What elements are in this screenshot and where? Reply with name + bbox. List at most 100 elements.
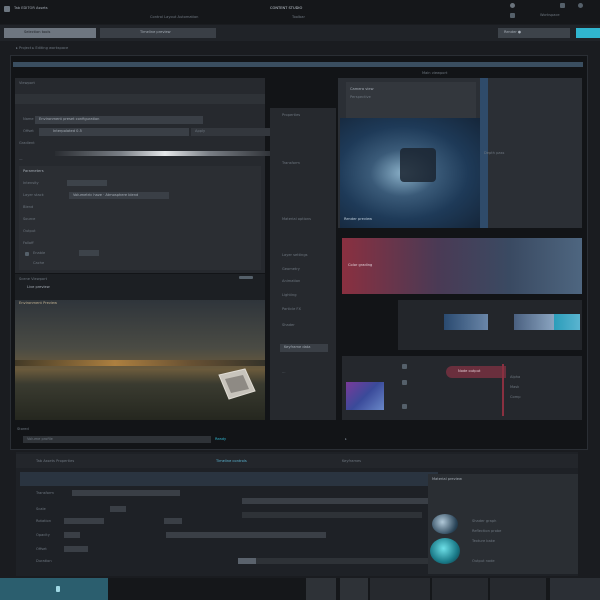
bottom-tab-bar: Tab Assets Properties Timeline controls … — [16, 454, 578, 468]
mid-item-9[interactable]: Shader — [282, 323, 295, 328]
status-accent-block[interactable] — [0, 578, 108, 600]
mid-item-4[interactable]: Layer settings — [282, 253, 308, 258]
frame-bottom-row: Stored Volume profile Ready ▸ — [15, 426, 583, 446]
grid-icon[interactable] — [510, 13, 515, 18]
status-button-1[interactable] — [306, 578, 336, 600]
mid-item-6[interactable]: Animation — [282, 279, 300, 284]
bottom-header-rule — [20, 472, 438, 486]
status-button-5[interactable] — [490, 578, 546, 600]
row-chip-3[interactable] — [164, 518, 182, 524]
material-line-2: Reflection probe — [472, 529, 502, 533]
toggle-enable[interactable]: Enable — [33, 251, 45, 256]
preview-panel: Main viewport Camera view Perspective Re… — [338, 71, 582, 228]
timeline-thumb-3[interactable] — [554, 314, 580, 330]
row-label-2: Scale — [36, 507, 46, 511]
nav-item-2[interactable]: Toolbar — [292, 15, 305, 20]
tab-timeline[interactable]: Timeline controls — [216, 459, 247, 464]
left-footer: Scene Viewport Live preview — [15, 274, 265, 300]
preview-info-1: Camera view — [350, 87, 374, 91]
status-icon — [56, 586, 60, 592]
mid-footer: ⋯ — [282, 371, 286, 375]
menu-label[interactable]: Tab EDITOR Assets — [14, 6, 48, 11]
tab-keyframes[interactable]: Keyframes — [342, 459, 361, 464]
name-label: Name — [23, 117, 34, 121]
row-field-2[interactable] — [110, 506, 126, 512]
workspace-label: Workspace — [540, 13, 560, 17]
preview-info: Camera view Perspective — [346, 82, 476, 118]
toolbar: Selection tools Timeline preview Render … — [0, 25, 600, 41]
node-output-pill[interactable]: Node output — [446, 366, 506, 378]
row-field-4[interactable] — [64, 532, 80, 538]
volume-field[interactable]: Volume profile — [23, 436, 211, 443]
material-line-4: Output node — [472, 559, 495, 563]
breadcrumb[interactable]: ▸ Project ▸ Editing workspace — [16, 46, 68, 51]
row-chip-1[interactable] — [164, 490, 180, 496]
node-icon-1[interactable] — [402, 364, 407, 369]
help-icon[interactable] — [578, 3, 583, 8]
settings-icon[interactable] — [560, 3, 565, 8]
mid-panel: Properties Transform Material options La… — [270, 108, 336, 420]
mid-item-1[interactable]: Properties — [282, 113, 300, 118]
keyframe-row[interactable]: Keyframe data — [280, 344, 328, 352]
offset-field[interactable]: Interpolated 0.5 — [39, 128, 189, 136]
preview-viewport[interactable]: Render preview — [340, 118, 480, 228]
toggle-cache[interactable]: Cache — [33, 261, 44, 266]
param-label-4: Source — [23, 217, 36, 221]
material-sphere-1[interactable] — [432, 514, 458, 534]
node-icon-3[interactable] — [402, 404, 407, 409]
row-track-2[interactable] — [242, 512, 422, 518]
timeline-preview-button[interactable]: Timeline preview — [100, 28, 216, 38]
row-field-5[interactable] — [64, 546, 88, 552]
row-field-1[interactable] — [72, 490, 170, 496]
timeline-thumb-1[interactable] — [444, 314, 488, 330]
status-button-3[interactable] — [370, 578, 430, 600]
node-value-1: Alpha — [510, 375, 521, 379]
row-track-1[interactable] — [242, 498, 428, 504]
node-thumbnail[interactable] — [346, 382, 384, 410]
name-field[interactable]: Environment preset configuration — [35, 116, 203, 124]
status-button-6[interactable] — [550, 578, 600, 600]
status-button-2[interactable] — [340, 578, 368, 600]
param-field[interactable]: Volumetric haze · Atmosphere blend — [69, 192, 169, 199]
tab-assets[interactable]: Tab Assets Properties — [36, 459, 74, 464]
row-track-4[interactable] — [166, 532, 326, 538]
row-track-6[interactable] — [256, 558, 436, 564]
render-label: Render ● — [504, 30, 522, 34]
scene-preview-image[interactable]: Environment Preview — [15, 300, 265, 420]
expand-icon[interactable] — [239, 276, 253, 279]
nav-item-1[interactable]: Control Layout Automation — [150, 15, 198, 20]
mid-item-2[interactable]: Transform — [282, 161, 300, 166]
render-button[interactable]: Render ● — [498, 28, 570, 38]
name-field-value: Environment preset configuration — [39, 117, 100, 121]
material-preview-card: Material preview Shader graph Reflection… — [428, 474, 578, 574]
gradient-slider[interactable] — [55, 151, 275, 156]
node-value-3: Comp — [510, 395, 521, 399]
color-grading-strip[interactable]: Color grading — [342, 238, 582, 294]
name-aux-field[interactable]: Apply — [191, 128, 279, 136]
accent-button[interactable] — [576, 28, 600, 38]
checkbox-icon[interactable] — [25, 252, 29, 256]
param-label-2: Layer stack — [23, 193, 44, 197]
user-icon[interactable] — [510, 3, 515, 8]
left-panel-header — [15, 94, 265, 104]
app-logo-icon — [4, 6, 10, 12]
row-field-3[interactable] — [64, 518, 104, 524]
status-button-4[interactable] — [432, 578, 488, 600]
mid-item-5[interactable]: Geometry — [282, 267, 300, 272]
status-bar — [0, 578, 600, 600]
selection-tools-button[interactable]: Selection tools — [4, 28, 96, 38]
mid-item-3[interactable]: Material options — [282, 217, 311, 222]
mid-item-7[interactable]: Lighting — [282, 293, 297, 298]
param-label-3: Blend — [23, 205, 34, 209]
node-value-2: Mask — [510, 385, 520, 389]
material-sphere-2[interactable] — [430, 538, 460, 564]
param-chip[interactable] — [67, 180, 107, 186]
node-icon-2[interactable] — [402, 380, 407, 385]
footer-value: Live preview — [27, 285, 50, 289]
mid-item-8[interactable]: Particle FX — [282, 307, 301, 312]
apply-label: Apply — [195, 129, 206, 133]
blur-object — [400, 148, 436, 182]
row-slider-5[interactable] — [238, 558, 256, 564]
toggle-chip[interactable] — [79, 250, 99, 256]
timeline-thumb-2[interactable] — [514, 314, 554, 330]
